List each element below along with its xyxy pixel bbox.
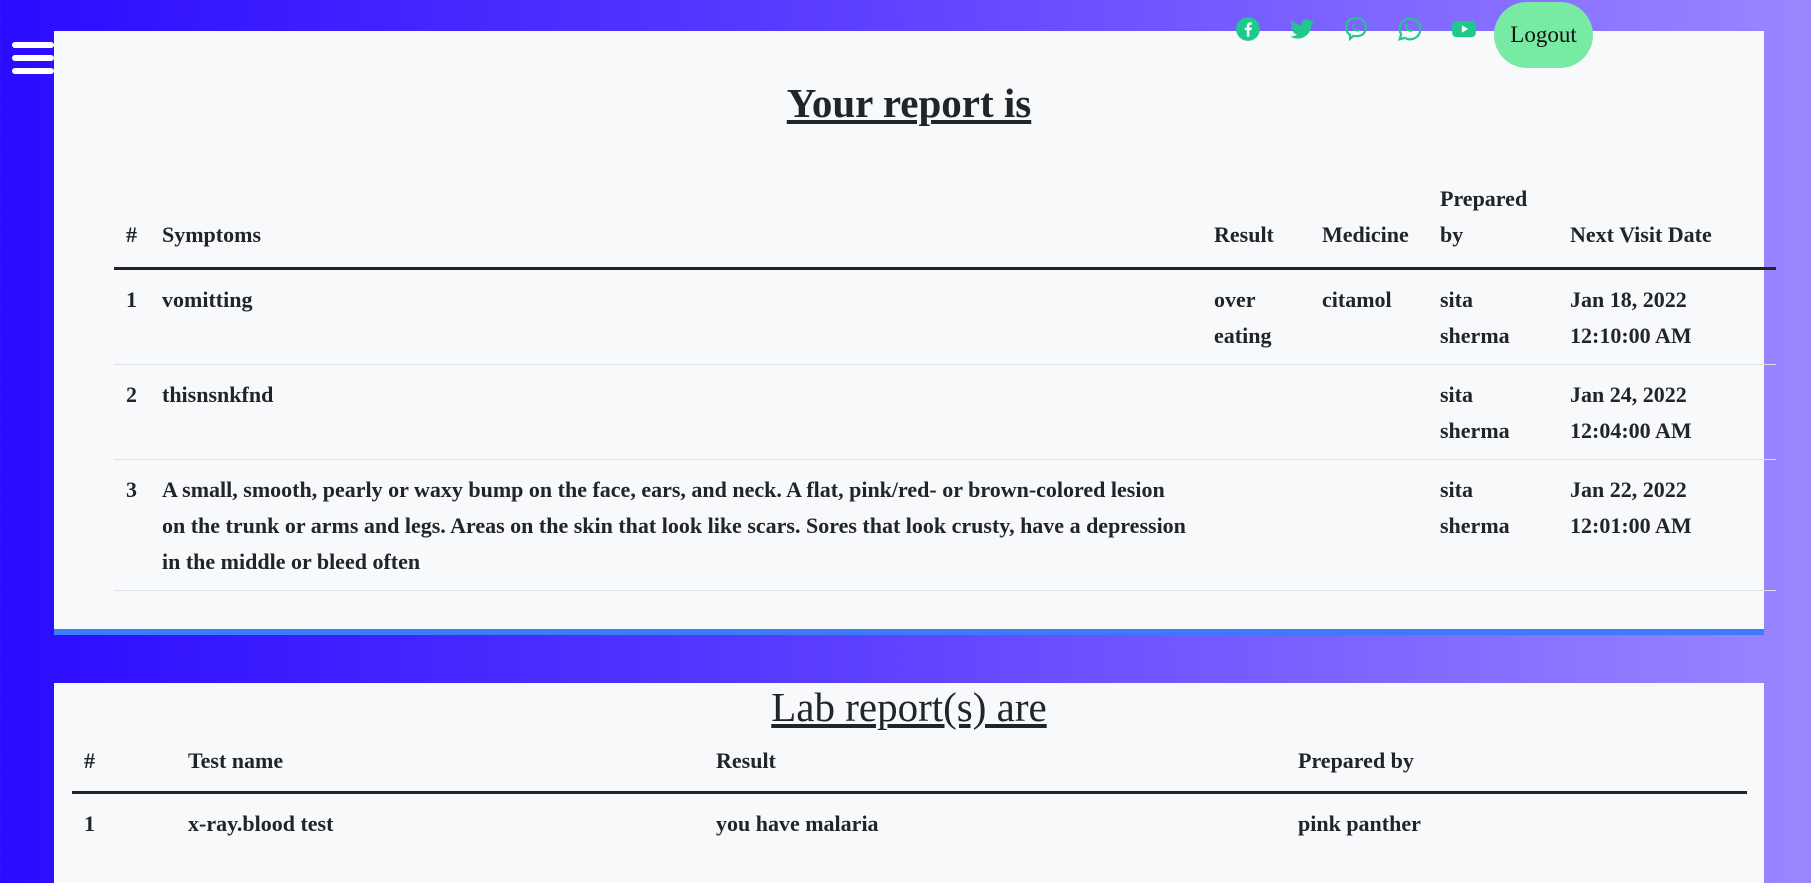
row-next-visit: Jan 22, 2022 12:01:00 AM xyxy=(1558,459,1776,591)
row-symptoms: thisnsnkfnd xyxy=(150,364,1202,460)
col-result: Result xyxy=(1202,181,1310,270)
row-next-visit: Jan 24, 2022 12:04:00 AM xyxy=(1558,364,1776,460)
row-number: 3 xyxy=(114,459,150,591)
row-prepared-by: sita sherma xyxy=(1428,364,1558,460)
lab-col-result: Result xyxy=(704,743,1286,794)
facebook-icon[interactable] xyxy=(1233,14,1263,44)
row-symptoms: vomitting xyxy=(150,268,1202,365)
report-table: # Symptoms Result Medicine Prepared by N… xyxy=(114,181,1776,591)
social-links xyxy=(1233,14,1503,44)
lab-report-card: Lab report(s) are # Test name Result Pre… xyxy=(54,683,1764,883)
report-title: Your report is xyxy=(786,80,1032,126)
twitter-icon[interactable] xyxy=(1287,14,1317,44)
row-prepared-by: sita sherma xyxy=(1428,268,1558,365)
table-row: 2 thisnsnkfnd sita sherma Jan 24, 2022 1… xyxy=(114,364,1776,460)
lab-row-prepared-by: pink panther xyxy=(1298,811,1421,836)
lab-report-title: Lab report(s) are xyxy=(771,684,1047,730)
row-number: 2 xyxy=(114,364,150,460)
lab-row-number: 1 xyxy=(84,811,95,836)
report-card: Your report is # Symptoms Result Medicin… xyxy=(54,31,1776,635)
lab-col-prepared-by: Prepared by xyxy=(1286,743,1747,794)
col-number: # xyxy=(114,181,150,270)
row-result: over eating xyxy=(1202,268,1310,365)
menu-icon[interactable] xyxy=(12,42,54,82)
row-prepared-by: sita sherma xyxy=(1428,459,1558,591)
viber-icon[interactable] xyxy=(1341,14,1371,44)
row-symptoms: A small, smooth, pearly or waxy bump on … xyxy=(150,459,1202,591)
logout-button[interactable]: Logout xyxy=(1494,2,1593,68)
table-row: 1 vomitting over eating citamol sita she… xyxy=(114,268,1776,365)
lab-col-number: # xyxy=(72,743,176,794)
lab-col-test-name: Test name xyxy=(176,743,704,794)
lab-row-test-name: x-ray.blood test xyxy=(188,811,334,836)
youtube-icon[interactable] xyxy=(1449,14,1479,44)
row-medicine xyxy=(1310,364,1428,460)
col-next-visit: Next Visit Date xyxy=(1558,181,1776,270)
lab-row-result: you have malaria xyxy=(716,811,879,836)
row-result xyxy=(1202,364,1310,460)
row-result xyxy=(1202,459,1310,591)
col-medicine: Medicine xyxy=(1310,181,1428,270)
table-row: 3 A small, smooth, pearly or waxy bump o… xyxy=(114,459,1776,591)
col-symptoms: Symptoms xyxy=(150,181,1202,270)
row-medicine xyxy=(1310,459,1428,591)
lab-report-table: # Test name Result Prepared by 1 x-ray.b… xyxy=(72,743,1747,852)
col-prepared-by: Prepared by xyxy=(1428,181,1558,270)
row-next-visit: Jan 18, 2022 12:10:00 AM xyxy=(1558,268,1776,365)
row-medicine: citamol xyxy=(1310,268,1428,365)
row-number: 1 xyxy=(114,268,150,365)
table-row: 1 x-ray.blood test you have malaria pink… xyxy=(72,793,1747,853)
whatsapp-icon[interactable] xyxy=(1395,14,1425,44)
